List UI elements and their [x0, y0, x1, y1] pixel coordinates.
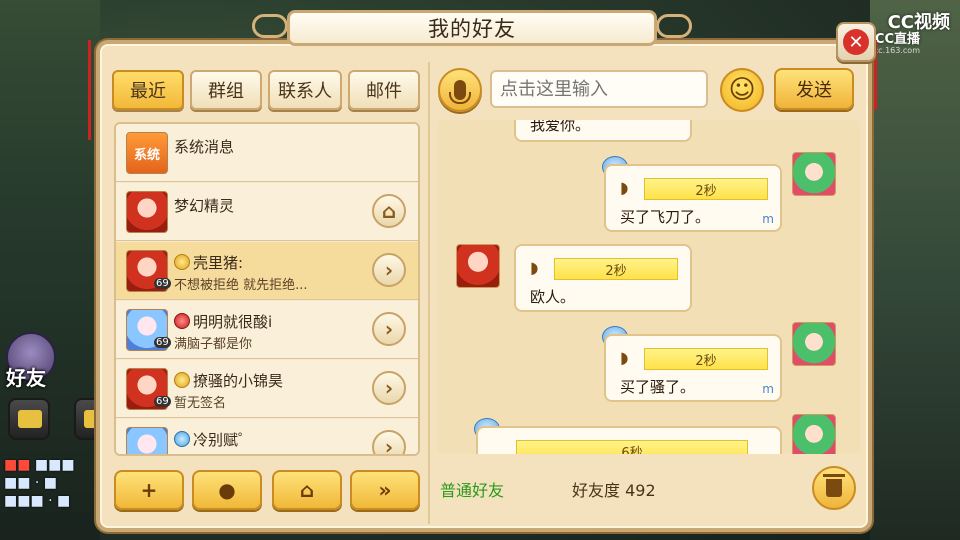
- contact-name: 梦幻精灵: [174, 197, 235, 215]
- friendship-value: 492: [625, 481, 656, 500]
- sound-wave-icon: ◗: [530, 258, 539, 277]
- sound-wave-icon: ◗: [620, 178, 629, 197]
- contact-row-system[interactable]: 系统 系统消息: [116, 124, 418, 182]
- title-ornament-left: [252, 14, 288, 38]
- open-chat-button[interactable]: ›: [372, 312, 406, 346]
- contact-name: 壳里猪:: [174, 252, 243, 273]
- emoji-button[interactable]: ☺: [720, 68, 764, 112]
- contact-signature: 不想被拒绝 就先拒绝...: [174, 278, 308, 293]
- chat-button[interactable]: ●: [192, 470, 262, 510]
- friend-avatar[interactable]: [456, 244, 500, 288]
- trash-icon: [823, 474, 845, 497]
- contact-row[interactable]: 梦幻精灵 ⌂: [116, 183, 418, 241]
- chevron-right-icon: ›: [384, 376, 394, 400]
- contact-name: 明明就很酸i: [174, 311, 272, 332]
- open-chat-button[interactable]: ›: [372, 371, 406, 405]
- level-badge: 69: [154, 278, 171, 289]
- chat-bubble-icon: ●: [218, 478, 236, 502]
- vip-badge-icon: [174, 254, 190, 270]
- tab-mail[interactable]: 邮件: [348, 70, 420, 110]
- window-title: 我的好友: [428, 17, 516, 41]
- more-button[interactable]: »: [350, 470, 420, 510]
- bubble-corner-icon: m: [762, 382, 774, 396]
- chevron-right-icon: ›: [384, 317, 394, 341]
- tab-recent[interactable]: 最近: [112, 70, 184, 110]
- contact-row[interactable]: 69 明明就很酸i 满脑子都是你 ›: [116, 301, 418, 359]
- contact-row[interactable]: 69 撩骚的小锦昊 暂无签名 ›: [116, 360, 418, 418]
- avatar: [126, 191, 168, 233]
- voice-transcript: 欧人。: [530, 288, 576, 306]
- close-icon: ✕: [843, 29, 869, 55]
- contact-name: 系统消息: [174, 138, 235, 156]
- pane-divider: [428, 62, 430, 524]
- voice-input-button[interactable]: [438, 68, 482, 112]
- contact-name: 冷别赋゜: [174, 429, 253, 450]
- window-title-plate: 我的好友: [287, 10, 657, 46]
- tab-groups[interactable]: 群组: [190, 70, 262, 110]
- home-button[interactable]: ⌂: [372, 194, 406, 228]
- vip-badge-icon: [174, 431, 190, 447]
- decor-ribbon-left: [84, 40, 96, 150]
- title-ornament-right: [656, 14, 692, 38]
- voice-duration: 2秒: [554, 258, 678, 280]
- avatar: [126, 427, 168, 454]
- contact-signature: 暂无签名: [174, 396, 227, 411]
- delete-button[interactable]: [812, 466, 856, 510]
- system-avatar: 系统: [126, 132, 168, 174]
- tab-contacts[interactable]: 联系人: [268, 70, 342, 110]
- my-avatar[interactable]: [792, 322, 836, 366]
- open-chat-button[interactable]: ›: [372, 253, 406, 287]
- level-badge: 69: [154, 337, 171, 348]
- send-button[interactable]: 发送: [774, 68, 854, 110]
- home-icon: ⌂: [381, 199, 397, 223]
- close-button[interactable]: ✕: [836, 22, 876, 62]
- friendship-level: 好友度 492: [572, 481, 656, 500]
- home-icon: ⌂: [299, 478, 315, 502]
- voice-duration: 2秒: [644, 178, 768, 200]
- contact-name: 撩骚的小锦昊: [174, 370, 283, 391]
- smiley-icon: ☺: [728, 75, 756, 105]
- contact-list[interactable]: 系统 系统消息 梦幻精灵 ⌂ 69 壳里猪: 不想被拒绝 就先拒绝... › 6…: [114, 122, 420, 456]
- add-friend-button[interactable]: +: [114, 470, 184, 510]
- message-bubble: 我爱你。: [514, 120, 692, 142]
- message-input[interactable]: [490, 70, 708, 108]
- chevron-right-icon: ›: [384, 435, 394, 456]
- contact-row[interactable]: 冷别赋゜ ›: [116, 419, 418, 456]
- voice-duration: 6秒: [516, 440, 748, 454]
- voice-message-bubble[interactable]: 6秒: [476, 426, 782, 454]
- add-friend-icon: +: [140, 478, 158, 502]
- friend-type-label: 普通好友: [440, 481, 505, 500]
- vip-badge-icon: [174, 372, 190, 388]
- watermark-sub: CC直播: [874, 32, 920, 47]
- background-chat-log: ■■ ■■■ ■■ · ■ ■■■ · ■: [4, 457, 75, 509]
- microphone-icon: [449, 80, 471, 104]
- chevron-right-icon: ›: [384, 258, 394, 282]
- open-chat-button[interactable]: ›: [372, 430, 406, 456]
- level-badge: 69: [154, 396, 171, 407]
- contact-row-selected[interactable]: 69 壳里猪: 不想被拒绝 就先拒绝... ›: [116, 242, 418, 300]
- my-avatar[interactable]: [792, 414, 836, 454]
- contact-signature: 满脑子都是你: [174, 337, 253, 352]
- voice-message-bubble[interactable]: ◗ 2秒 买了骚了。 m: [604, 334, 782, 402]
- voice-duration: 2秒: [644, 348, 768, 370]
- vip-badge-icon: [174, 313, 190, 329]
- fast-forward-icon: »: [378, 478, 392, 502]
- voice-transcript: 买了骚了。: [620, 378, 696, 396]
- hud-friend-label: 好友: [6, 366, 46, 390]
- sound-wave-icon: ◗: [620, 348, 629, 367]
- home-button[interactable]: ⌂: [272, 470, 342, 510]
- chat-history[interactable]: 我爱你。 ◗ 2秒 买了飞刀了。 m ◗ 2秒 欧人。 ◗ 2秒 买了骚了。 m…: [438, 120, 860, 454]
- voice-message-bubble[interactable]: ◗ 2秒 欧人。: [514, 244, 692, 312]
- voice-transcript: 买了飞刀了。: [620, 208, 711, 226]
- voice-message-bubble[interactable]: ◗ 2秒 买了飞刀了。 m: [604, 164, 782, 232]
- bubble-corner-icon: m: [762, 212, 774, 226]
- hud-chat-icon[interactable]: [8, 398, 50, 440]
- my-avatar[interactable]: [792, 152, 836, 196]
- watermark-url: cc.163.com: [873, 46, 920, 55]
